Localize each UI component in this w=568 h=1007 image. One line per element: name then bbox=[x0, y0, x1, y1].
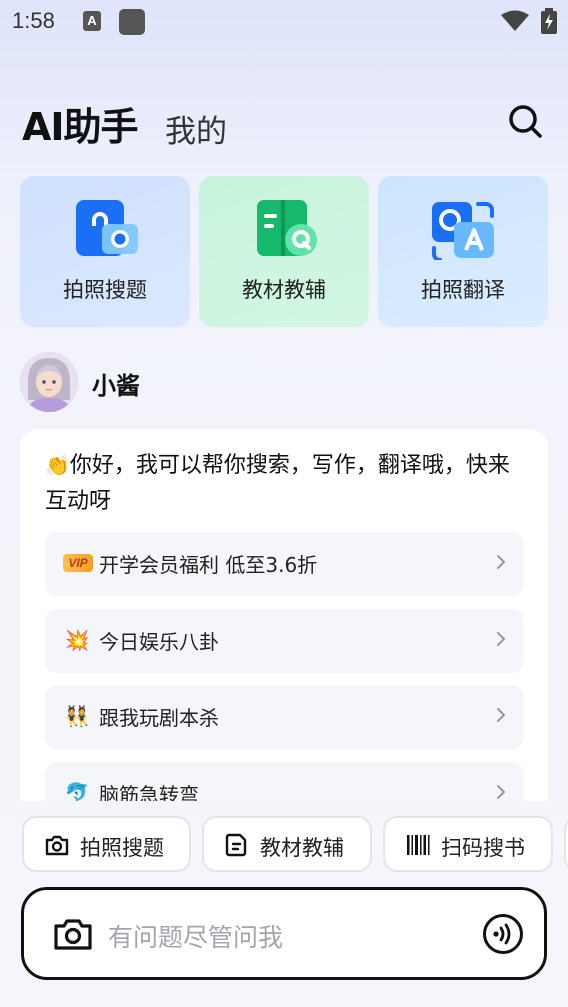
card-label: 教材教辅 bbox=[242, 278, 326, 302]
card-textbook[interactable]: 教材教辅 bbox=[199, 176, 369, 327]
chip-more[interactable] bbox=[564, 816, 568, 872]
chip-photo-search[interactable]: 拍照搜题 bbox=[22, 816, 191, 872]
suggestion-item[interactable]: 👯 跟我玩剧本杀 bbox=[45, 685, 524, 749]
camera-icon bbox=[45, 835, 69, 856]
dancers-emoji-icon: 👯 bbox=[64, 704, 90, 728]
textbook-icon bbox=[257, 200, 317, 256]
chip-label: 扫码搜书 bbox=[441, 836, 525, 860]
chip-textbook[interactable]: 教材教辅 bbox=[202, 816, 372, 872]
document-icon bbox=[225, 833, 247, 857]
voice-icon[interactable] bbox=[482, 913, 524, 955]
battery-charging-icon bbox=[541, 8, 557, 34]
header: AI助手 我的 bbox=[22, 92, 546, 152]
quick-actions: 拍照搜题 教材教辅 拍照翻译 bbox=[20, 176, 548, 327]
a-app-icon: A bbox=[83, 11, 101, 31]
barcode-icon bbox=[407, 835, 430, 855]
suggestion-text: 开学会员福利 低至3.6折 bbox=[99, 553, 318, 577]
search-icon[interactable] bbox=[506, 102, 546, 142]
suggestion-item[interactable]: VIP 开学会员福利 低至3.6折 bbox=[45, 532, 524, 596]
camera-icon[interactable] bbox=[52, 913, 94, 955]
explosion-emoji-icon: 💥 bbox=[64, 628, 90, 652]
photo-translate-icon bbox=[432, 202, 494, 260]
dolphin-emoji-icon: 🐬 bbox=[64, 781, 90, 801]
greeting-message: 👏你好，我可以帮你搜索，写作，翻译哦，快来互动呀 bbox=[45, 447, 530, 520]
greeting-text: 你好，我可以帮你搜索，写作，翻译哦，快来互动呀 bbox=[45, 453, 510, 514]
chip-scan-book[interactable]: 扫码搜书 bbox=[383, 816, 553, 872]
avatar[interactable] bbox=[20, 352, 78, 412]
card-photo-search[interactable]: 拍照搜题 bbox=[20, 176, 190, 327]
chevron-right-icon bbox=[497, 785, 506, 799]
chat-input-bar[interactable]: 有问题尽管问我 bbox=[21, 887, 547, 980]
avatar-face-icon bbox=[20, 352, 78, 412]
shortcut-chips: 拍照搜题 教材教辅 扫码搜书 bbox=[22, 816, 568, 874]
photo-search-icon bbox=[76, 200, 138, 256]
suggestion-text: 今日娱乐八卦 bbox=[99, 630, 219, 654]
suggestion-item[interactable]: 🐬 脑筋急转弯 bbox=[45, 762, 524, 801]
vip-badge-icon: VIP bbox=[63, 554, 93, 572]
assistant-name: 小酱 bbox=[92, 372, 140, 400]
wifi-icon bbox=[501, 10, 529, 31]
tab-ai-assistant[interactable]: AI助手 bbox=[22, 96, 139, 151]
status-bar: 1:58 A bbox=[0, 0, 568, 44]
app-square-icon bbox=[119, 9, 145, 35]
card-label: 拍照搜题 bbox=[63, 278, 147, 302]
card-photo-translate[interactable]: 拍照翻译 bbox=[378, 176, 548, 327]
suggestion-item[interactable]: 💥 今日娱乐八卦 bbox=[45, 609, 524, 673]
suggestion-text: 跟我玩剧本杀 bbox=[99, 706, 219, 730]
card-label: 拍照翻译 bbox=[421, 278, 505, 302]
chat-input-placeholder[interactable]: 有问题尽管问我 bbox=[108, 918, 283, 954]
clap-emoji-icon: 👏 bbox=[45, 453, 70, 477]
tab-mine[interactable]: 我的 bbox=[165, 106, 227, 151]
chat-card: 👏你好，我可以帮你搜索，写作，翻译哦，快来互动呀 VIP 开学会员福利 低至3.… bbox=[20, 429, 548, 801]
chevron-right-icon bbox=[497, 632, 506, 646]
chevron-right-icon bbox=[497, 708, 506, 722]
status-time: 1:58 bbox=[12, 8, 55, 33]
chip-label: 教材教辅 bbox=[260, 836, 344, 860]
suggestion-text: 脑筋急转弯 bbox=[99, 783, 199, 801]
chevron-right-icon bbox=[497, 555, 506, 569]
chip-label: 拍照搜题 bbox=[80, 836, 164, 860]
